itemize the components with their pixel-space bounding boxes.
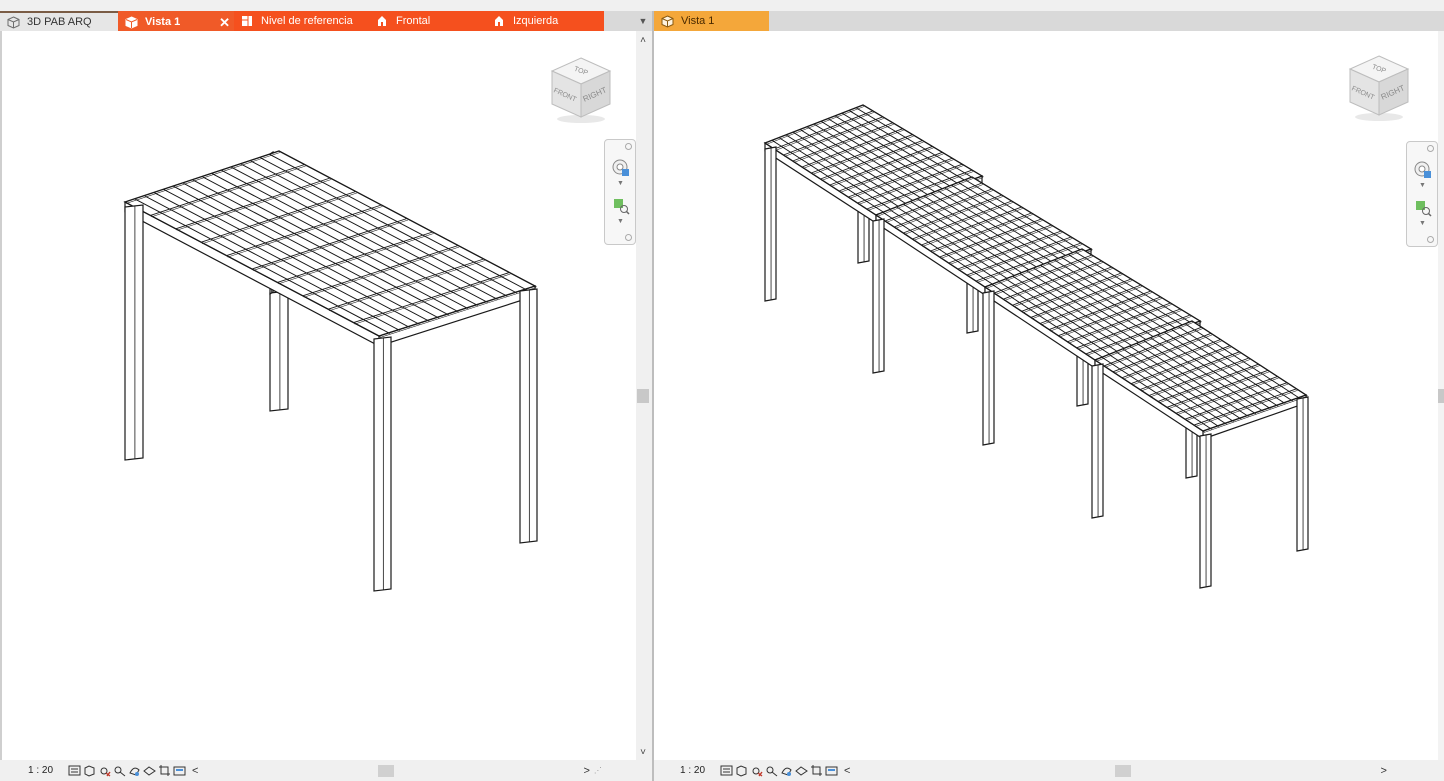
navbar-options-icon[interactable]	[1427, 236, 1434, 243]
right-3d-viewport[interactable]: TOP FRONT RIGHT ▼ ▼	[654, 31, 1438, 760]
sun-path-icon[interactable]	[98, 764, 111, 777]
right-vertical-scrollbar[interactable]	[1438, 31, 1444, 760]
horizontal-scrollbar[interactable]	[198, 763, 584, 778]
scroll-down-icon[interactable]: ˅	[636, 745, 650, 759]
tab-vista-1-secondary[interactable]: Vista 1	[654, 11, 769, 31]
chevron-down-icon[interactable]: ▼	[617, 218, 624, 225]
view-scale[interactable]: 1 : 20	[680, 765, 720, 776]
viewcube[interactable]: TOP FRONT RIGHT	[1346, 53, 1412, 123]
revit-window: 3D PAB ARQ Vista 1 ✕ Nivel de referencia…	[0, 0, 1444, 781]
chevron-down-icon[interactable]: ▼	[1419, 220, 1426, 227]
detail-level-icon[interactable]	[68, 764, 81, 777]
tab-vista-1[interactable]: Vista 1 ✕	[118, 11, 234, 31]
scroll-thumb[interactable]	[1115, 764, 1132, 777]
zoom-region-icon[interactable]	[1413, 198, 1433, 218]
right-tab-bar: Vista 1	[654, 11, 1444, 31]
scroll-thumb[interactable]	[1438, 389, 1444, 403]
tab-label: Vista 1	[681, 15, 715, 27]
navigation-bar: ▼ ▼	[604, 139, 636, 245]
model-canvas-right	[763, 104, 1309, 589]
scroll-right-icon[interactable]: >	[1380, 765, 1386, 777]
navbar-close-icon[interactable]	[1427, 145, 1434, 152]
3d-view-icon	[124, 15, 138, 29]
tab-label: Frontal	[396, 15, 431, 27]
top-strip	[0, 0, 1444, 11]
tab-label: Izquierda	[513, 15, 559, 27]
chevron-down-icon[interactable]: ▼	[1419, 182, 1426, 189]
tab-label: Nivel de referencia	[261, 15, 353, 27]
tab-izquierda[interactable]: Izquierda	[486, 11, 604, 31]
navbar-options-icon[interactable]	[625, 234, 632, 241]
detail-level-icon[interactable]	[720, 764, 733, 777]
chevron-down-icon[interactable]: ▼	[617, 180, 624, 187]
tab-label: Vista 1	[145, 16, 181, 28]
3d-view-icon	[6, 15, 20, 29]
floor-plan-icon	[240, 14, 254, 28]
horizontal-scrollbar[interactable]	[850, 763, 1381, 778]
scroll-right-icon[interactable]: >	[583, 765, 589, 777]
scroll-up-icon[interactable]: ˄	[636, 33, 650, 47]
unlock-3d-icon[interactable]	[173, 764, 186, 777]
left-tab-bar: 3D PAB ARQ Vista 1 ✕ Nivel de referencia…	[0, 11, 652, 31]
tab-frontal[interactable]: Frontal	[369, 11, 486, 31]
render-icon[interactable]	[780, 764, 793, 777]
navigation-bar: ▼ ▼	[1406, 141, 1438, 247]
scroll-thumb[interactable]	[637, 389, 649, 403]
steering-wheel-icon[interactable]	[611, 158, 631, 178]
tab-nivel-de-referencia[interactable]: Nivel de referencia	[234, 11, 369, 31]
tab-3d-pab-arq[interactable]: 3D PAB ARQ	[0, 11, 118, 31]
shadows-icon[interactable]	[113, 764, 126, 777]
right-view-control-bar: 1 : 20 < >	[654, 760, 1444, 781]
show-crop-icon[interactable]	[158, 764, 171, 777]
unlock-3d-icon[interactable]	[825, 764, 838, 777]
visual-style-icon[interactable]	[735, 764, 748, 777]
3d-view-icon	[660, 14, 674, 28]
navbar-close-icon[interactable]	[625, 143, 632, 150]
crop-view-icon[interactable]	[795, 764, 808, 777]
elevation-icon	[492, 14, 506, 28]
tab-label: 3D PAB ARQ	[27, 16, 92, 28]
show-crop-icon[interactable]	[810, 764, 823, 777]
elevation-icon	[375, 14, 389, 28]
zoom-region-icon[interactable]	[611, 196, 631, 216]
left-vertical-scrollbar[interactable]: ˄ ˅	[636, 31, 650, 760]
visual-style-icon[interactable]	[83, 764, 96, 777]
left-3d-viewport[interactable]: TOP FRONT RIGHT ▼ ▼	[0, 31, 636, 760]
tab-list-dropdown-icon[interactable]: ▼	[636, 12, 650, 30]
resize-grip-icon[interactable]: ⋰	[594, 766, 602, 775]
left-view-control-bar: 1 : 20 < > ⋰	[0, 760, 652, 781]
sun-path-icon[interactable]	[750, 764, 763, 777]
steering-wheel-icon[interactable]	[1413, 160, 1433, 180]
close-tab-icon[interactable]: ✕	[219, 15, 230, 31]
render-icon[interactable]	[128, 764, 141, 777]
model-canvas-left	[123, 150, 538, 592]
scroll-thumb[interactable]	[378, 764, 395, 777]
shadows-icon[interactable]	[765, 764, 778, 777]
crop-view-icon[interactable]	[143, 764, 156, 777]
view-scale[interactable]: 1 : 20	[28, 765, 68, 776]
viewcube[interactable]: TOP FRONT RIGHT	[548, 55, 614, 125]
